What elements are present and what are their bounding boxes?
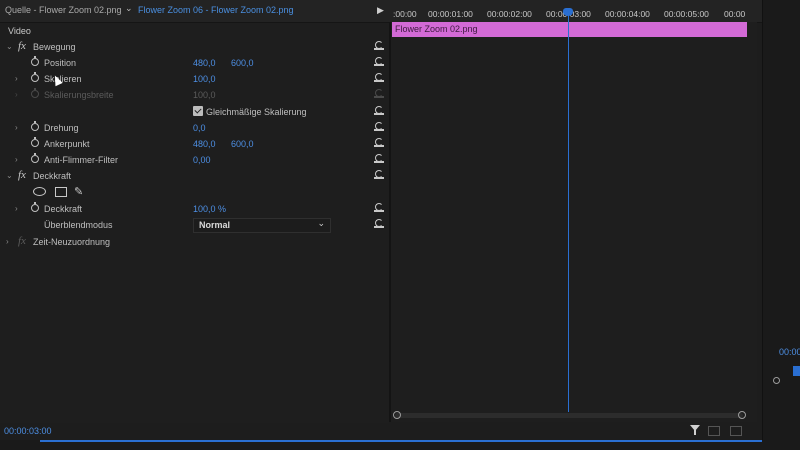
reset-icon[interactable] xyxy=(374,40,385,50)
ripple-icon[interactable] xyxy=(708,426,720,436)
param-antiflicker: › Anti-Flimmer-Filter 0,00 xyxy=(0,152,389,168)
antiflicker-value[interactable]: 0,00 xyxy=(193,155,211,165)
opacity-title: Deckkraft xyxy=(33,171,72,181)
effect-time-remap[interactable]: › fx Zeit-Neuzuordnung xyxy=(0,234,389,250)
current-timecode[interactable]: 00:00:03:00 xyxy=(4,426,52,436)
fx-icon[interactable]: fx xyxy=(18,235,26,247)
mask-tools: ✎ xyxy=(0,184,389,200)
ruler-tick: 00:00:01:00 xyxy=(428,9,473,19)
reset-icon[interactable] xyxy=(374,72,385,82)
horizontal-scrollbar[interactable] xyxy=(395,413,743,418)
position-label: Position xyxy=(44,58,77,68)
program-scroll-handle[interactable] xyxy=(773,377,780,384)
anchor-y-value[interactable]: 600,0 xyxy=(231,139,254,149)
chevron-right-icon[interactable]: › xyxy=(15,123,18,132)
source-tab[interactable]: Quelle - Flower Zoom 02.png xyxy=(5,5,122,15)
reset-icon xyxy=(374,88,385,98)
stopwatch-icon[interactable] xyxy=(31,72,39,82)
fx-icon[interactable]: fx xyxy=(18,40,26,52)
filter-icon-stem xyxy=(694,430,696,435)
play-arrow-icon[interactable]: ▶ xyxy=(377,5,384,16)
chevron-down-icon: ⌄ xyxy=(317,218,325,228)
sequence-tab[interactable]: Flower Zoom 06 - Flower Zoom 02.png xyxy=(138,5,294,15)
ruler-tick: 00:00:02:00 xyxy=(487,9,532,19)
clip-label: Flower Zoom 02.png xyxy=(395,24,478,34)
blend-mode-label: Überblendmodus xyxy=(44,220,113,230)
ruler-tick: 00:00 xyxy=(724,9,746,19)
reset-icon[interactable] xyxy=(374,121,385,131)
stopwatch-icon[interactable] xyxy=(31,121,39,131)
chevron-right-icon[interactable]: › xyxy=(15,155,18,164)
timeline-clip[interactable]: Flower Zoom 02.png xyxy=(392,22,747,37)
position-x-value[interactable]: 480,0 xyxy=(193,58,216,68)
uniform-scale-label: Gleichmäßige Skalierung xyxy=(206,107,307,117)
effect-opacity[interactable]: ⌄ fx Deckkraft xyxy=(0,168,389,184)
video-section-label: Video xyxy=(8,26,31,36)
section-header-video: Video xyxy=(0,25,389,39)
chevron-right-icon[interactable]: › xyxy=(15,204,18,213)
blend-mode-dropdown[interactable]: Normal ⌄ xyxy=(193,218,331,233)
fx-icon[interactable]: fx xyxy=(18,169,26,181)
scale-width-value: 100,0 xyxy=(193,90,216,100)
ellipse-mask-icon[interactable] xyxy=(33,187,46,196)
footer-icons xyxy=(690,425,750,439)
stopwatch-icon[interactable] xyxy=(31,56,39,66)
ruler-tick: 00:00:05:00 xyxy=(664,9,709,19)
reset-icon[interactable] xyxy=(374,137,385,147)
export-icon[interactable] xyxy=(730,426,742,436)
uniform-scale-checkbox[interactable] xyxy=(193,106,203,116)
chevron-down-icon[interactable]: ⌄ xyxy=(6,171,13,180)
active-panel-highlight xyxy=(40,440,762,442)
effect-motion[interactable]: ⌄ fx Bewegung xyxy=(0,39,389,55)
stopwatch-icon[interactable] xyxy=(31,137,39,147)
antiflicker-label: Anti-Flimmer-Filter xyxy=(44,155,118,165)
param-uniform-scale: Gleichmäßige Skalierung xyxy=(0,104,389,120)
opacity-value[interactable]: 100,0 % xyxy=(193,204,226,214)
chevron-down-icon[interactable]: ⌄ xyxy=(125,3,133,14)
scale-value[interactable]: 100,0 xyxy=(193,74,216,84)
param-anchor: Ankerpunkt 480,0 600,0 xyxy=(0,136,389,152)
param-opacity: › Deckkraft 100,0 % xyxy=(0,201,389,217)
reset-icon[interactable] xyxy=(374,105,385,115)
chevron-down-icon[interactable]: ⌄ xyxy=(6,42,13,51)
param-scale-width: › Skalierungsbreite 100,0 xyxy=(0,87,389,103)
param-position: Position 480,0 600,0 xyxy=(0,55,389,71)
program-playhead[interactable] xyxy=(793,366,800,376)
program-timecode[interactable]: 00:00 xyxy=(779,347,800,357)
reset-icon[interactable] xyxy=(374,56,385,66)
scale-width-label: Skalierungsbreite xyxy=(44,90,114,100)
anchor-label: Ankerpunkt xyxy=(44,139,90,149)
position-y-value[interactable]: 600,0 xyxy=(231,58,254,68)
ruler-tick: :00:00 xyxy=(393,9,417,19)
chevron-right-icon[interactable]: › xyxy=(15,74,18,83)
reset-icon[interactable] xyxy=(374,218,385,228)
reset-icon[interactable] xyxy=(374,169,385,179)
playhead-line[interactable] xyxy=(568,8,569,412)
pen-mask-icon[interactable]: ✎ xyxy=(74,185,83,198)
rectangle-mask-icon[interactable] xyxy=(55,187,67,197)
stopwatch-icon[interactable] xyxy=(31,202,39,212)
stopwatch-icon xyxy=(31,88,39,98)
stopwatch-icon[interactable] xyxy=(31,153,39,163)
reset-icon[interactable] xyxy=(374,153,385,163)
opacity-label: Deckkraft xyxy=(44,204,83,214)
rotation-label: Drehung xyxy=(44,123,79,133)
chevron-right-icon[interactable]: › xyxy=(6,237,9,246)
motion-title: Bewegung xyxy=(33,42,76,52)
blend-mode-value: Normal xyxy=(199,220,231,230)
effect-timeline: :00:00 00:00:01:00 00:00:02:00 00:00:03:… xyxy=(391,8,757,422)
scroll-end-handle[interactable] xyxy=(738,411,746,419)
time-remap-title: Zeit-Neuzuordnung xyxy=(33,237,111,247)
time-ruler[interactable]: :00:00 00:00:01:00 00:00:02:00 00:00:03:… xyxy=(391,3,757,21)
scroll-start-handle[interactable] xyxy=(393,411,401,419)
anchor-x-value[interactable]: 480,0 xyxy=(193,139,216,149)
param-blend-mode: Überblendmodus Normal ⌄ xyxy=(0,217,389,233)
chevron-right-icon: › xyxy=(15,90,18,99)
param-rotation: › Drehung 0,0 xyxy=(0,120,389,136)
rotation-value[interactable]: 0,0 xyxy=(193,123,206,133)
reset-icon[interactable] xyxy=(374,202,385,212)
ruler-tick: 00:00:04:00 xyxy=(605,9,650,19)
